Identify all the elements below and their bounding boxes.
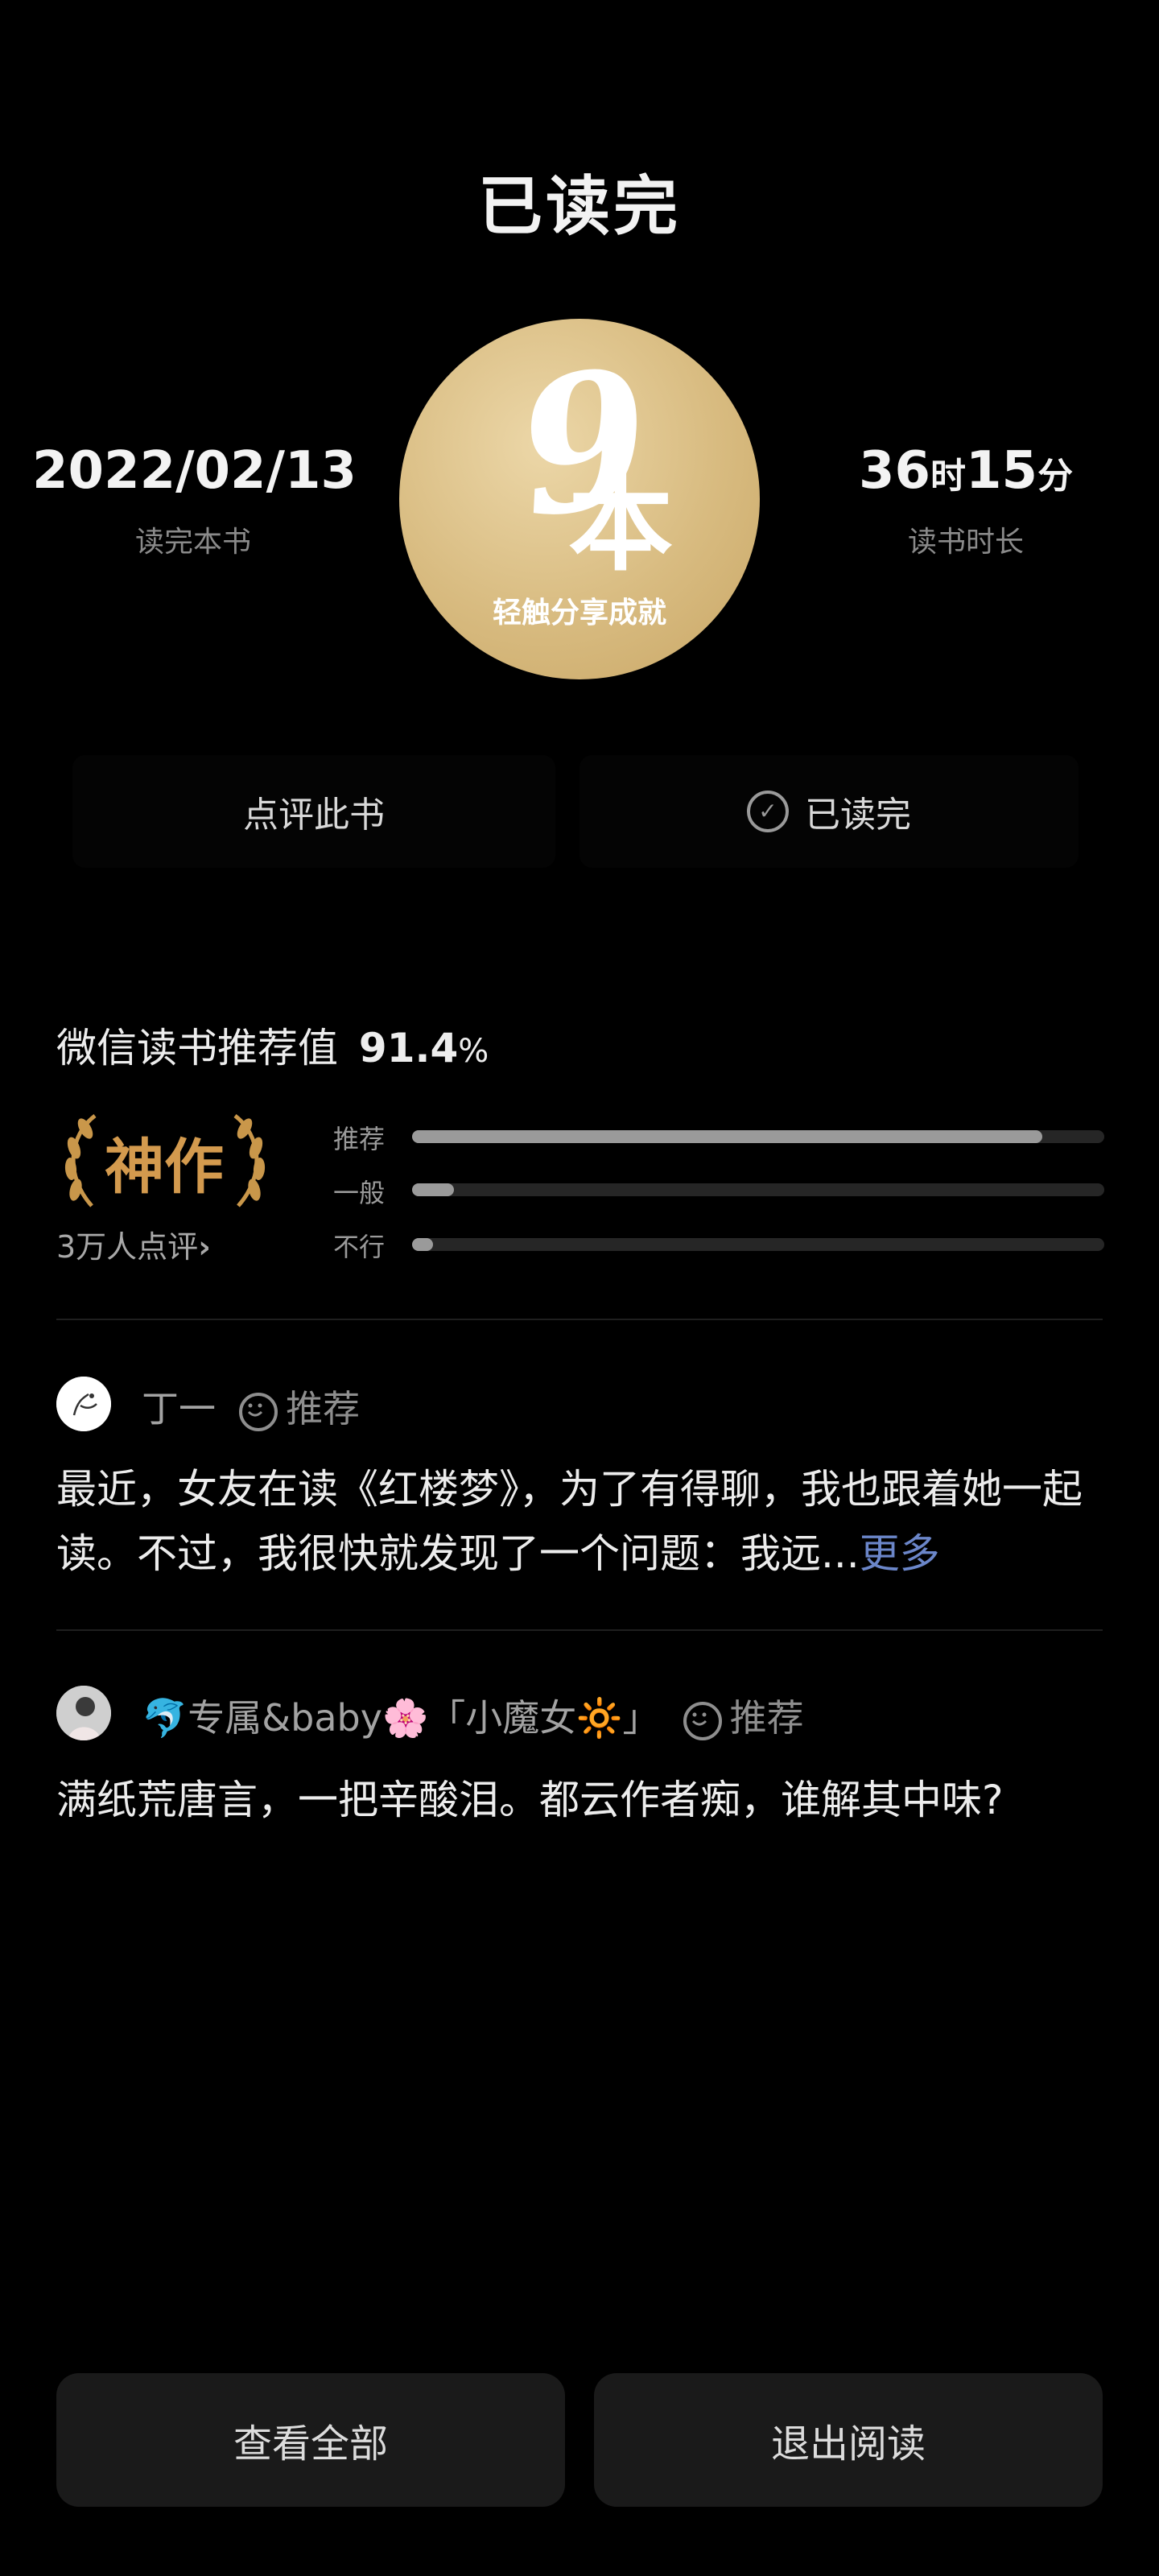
more-link[interactable]: 更多 <box>860 1530 940 1577</box>
bar-average <box>412 1183 1104 1196</box>
finished-reading-label: 已读完 <box>805 795 911 836</box>
achievement-badge[interactable]: 9 本 轻触分享成就 <box>399 319 760 679</box>
review-text[interactable]: 满纸荒唐言，一把辛酸泪。都云作者痴，谁解其中味? <box>56 1768 1111 1832</box>
avatar-sketch-icon <box>56 1377 111 1431</box>
bar-bad-fill <box>412 1238 433 1251</box>
finished-reading-button[interactable]: ✓ 已读完 <box>580 755 1079 868</box>
exit-reading-button[interactable]: 退出阅读 <box>594 2373 1103 2507</box>
view-all-button[interactable]: 查看全部 <box>56 2373 565 2507</box>
view-all-label: 查看全部 <box>233 2421 388 2467</box>
reviews-count-link[interactable]: 3万人点评› <box>56 1222 211 1266</box>
review-text[interactable]: 最近，女友在读《红楼梦》，为了有得聊，我也跟着她一起读。不过，我很快就发现了一个… <box>56 1457 1111 1586</box>
bar-bad <box>412 1238 1104 1251</box>
avatar[interactable] <box>56 1377 111 1431</box>
duration-minutes: 15 <box>966 441 1038 501</box>
bar-average-fill <box>412 1183 454 1196</box>
duration-label: 读书时长 <box>907 526 1024 559</box>
divider <box>56 1319 1103 1320</box>
share-achievement-label: 轻触分享成就 <box>492 597 666 630</box>
rating-badge: 神作 <box>105 1133 224 1202</box>
page-title: 已读完 <box>478 168 681 244</box>
laurel-right-icon <box>233 1114 266 1208</box>
review-tag-label: 推荐 <box>729 1696 804 1740</box>
recommendation-percent: % <box>458 1033 489 1070</box>
reviews-count-label: 3万人点评 <box>56 1229 199 1265</box>
divider <box>56 1629 1103 1631</box>
review-book-button[interactable]: 点评此书 <box>72 755 555 868</box>
finish-date: 2022/02/13 <box>32 441 357 501</box>
avatar[interactable] <box>56 1686 111 1740</box>
bar-label-average: 一般 <box>333 1178 386 1208</box>
recommendation-title-prefix: 微信读书推荐值 <box>56 1025 338 1071</box>
bar-label-bad: 不行 <box>333 1232 386 1262</box>
review-username[interactable]: 🐬专属&baby🌸「小魔女🔆」 <box>142 1696 660 1740</box>
bar-recommend-fill <box>412 1130 1042 1143</box>
review-tag: 推荐 <box>239 1387 361 1431</box>
duration-hours-unit: 时 <box>930 456 966 497</box>
avatar-photo-icon <box>56 1686 111 1740</box>
review-header: 丁一 推荐 <box>142 1380 360 1433</box>
finish-date-label: 读完本书 <box>134 526 251 559</box>
duration-minutes-unit: 分 <box>1037 456 1074 497</box>
reading-duration: 36时15分 <box>805 441 1127 501</box>
review-tag: 推荐 <box>683 1696 804 1740</box>
review-book-label: 点评此书 <box>243 795 385 836</box>
review-tag-label: 推荐 <box>286 1387 361 1430</box>
smile-icon <box>683 1701 722 1740</box>
smile-icon <box>239 1392 278 1431</box>
bar-label-recommend: 推荐 <box>333 1124 386 1154</box>
achievement-count-unit: 本 <box>568 462 674 585</box>
chevron-right-icon: › <box>198 1229 211 1265</box>
recommendation-value: 91.4 <box>358 1025 459 1071</box>
review-body: 满纸荒唐言，一把辛酸泪。都云作者痴，谁解其中味? <box>56 1777 1004 1823</box>
exit-reading-label: 退出阅读 <box>770 2421 926 2467</box>
review-username[interactable]: 丁一 <box>142 1387 216 1430</box>
laurel-left-icon <box>64 1114 97 1208</box>
review-header: 🐬专属&baby🌸「小魔女🔆」 推荐 <box>142 1689 804 1742</box>
duration-hours: 36 <box>858 441 930 501</box>
check-circle-icon: ✓ <box>747 791 789 832</box>
recommendation-title: 微信读书推荐值 91.4% <box>56 1016 489 1074</box>
bar-recommend <box>412 1130 1104 1143</box>
